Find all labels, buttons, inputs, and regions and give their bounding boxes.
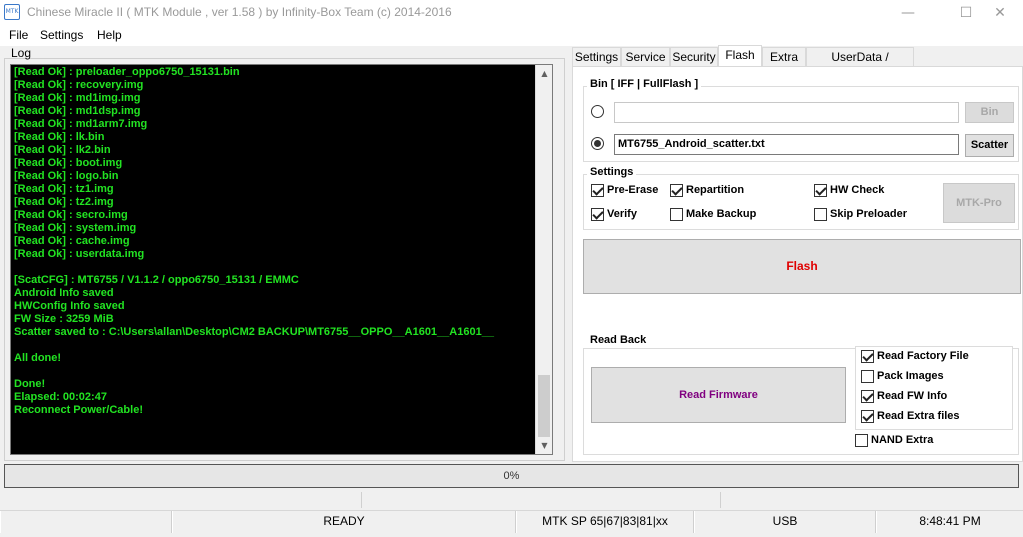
repartition-label: Repartition (686, 184, 745, 196)
menu-bar: File Settings Help (0, 26, 1023, 46)
log-line: [Read Ok] : cache.img (14, 235, 130, 247)
log-line: Elapsed: 00:02:47 (14, 391, 107, 403)
pack-images-checkbox[interactable] (861, 370, 874, 383)
skip-preloader-checkbox[interactable] (814, 208, 827, 221)
read-extra-files-label: Read Extra files (877, 410, 960, 422)
menu-settings[interactable]: Settings (40, 28, 83, 42)
settings-group-title: Settings (587, 166, 637, 178)
log-line: [Read Ok] : userdata.img (14, 248, 145, 260)
status-chipset: MTK SP 65|67|83|81|xx (516, 511, 694, 533)
log-line: [Read Ok] : recovery.img (14, 79, 144, 91)
log-line: Android Info saved (14, 287, 114, 299)
read-extra-files-checkbox[interactable] (861, 410, 874, 423)
log-line: [Read Ok] : md1arm7.img (14, 118, 148, 130)
read-firmware-button[interactable]: Read Firmware (591, 367, 846, 423)
flash-tab-panel: Bin [ IFF | FullFlash ] Bin MT6755_Andro… (572, 66, 1023, 462)
log-line: [ScatCFG] : MT6755 / V1.1.2 / oppo6750_1… (14, 274, 299, 286)
verify-checkbox[interactable] (591, 208, 604, 221)
flash-button[interactable]: Flash (583, 239, 1021, 294)
read-fw-info-label: Read FW Info (877, 390, 948, 402)
make-backup-checkbox[interactable] (670, 208, 683, 221)
scatter-button[interactable]: Scatter (965, 134, 1014, 157)
scatter-radio[interactable] (591, 137, 604, 150)
readback-group-title: Read Back (587, 334, 650, 346)
app-icon: MTK (4, 4, 20, 20)
bin-group-title: Bin [ IFF | FullFlash ] (587, 78, 702, 90)
skip-preloader-label: Skip Preloader (830, 208, 908, 220)
status-time: 8:48:41 PM (876, 511, 1023, 533)
scroll-down-icon[interactable]: ▼ (536, 437, 552, 454)
tab-settings[interactable]: Settings (572, 47, 621, 67)
bin-path-input[interactable] (614, 102, 959, 123)
log-line: [Read Ok] : logo.bin (14, 170, 119, 182)
scatter-path-input[interactable]: MT6755_Android_scatter.txt (614, 134, 959, 155)
log-label: Log (11, 46, 32, 60)
log-line: [Read Ok] : lk.bin (14, 131, 105, 143)
tab-security[interactable]: Security (670, 47, 718, 67)
log-line: [Read Ok] : md1img.img (14, 92, 141, 104)
close-icon[interactable]: ✕ (977, 0, 1023, 26)
log-line: [Read Ok] : system.img (14, 222, 137, 234)
tab-service[interactable]: Service (621, 47, 670, 67)
verify-label: Verify (607, 208, 637, 220)
scroll-up-icon[interactable]: ▲ (536, 65, 552, 82)
log-line: Done! (14, 378, 46, 390)
mtk-pro-button[interactable]: MTK-Pro (943, 183, 1015, 223)
progress-label: 0% (503, 470, 520, 482)
minimize-icon[interactable]: — (885, 0, 931, 26)
secondary-status-bar (0, 490, 1023, 510)
status-state: READY (172, 511, 516, 533)
status-bar: READY MTK SP 65|67|83|81|xx USB 8:48:41 … (0, 510, 1023, 537)
read-fw-info-checkbox[interactable] (861, 390, 874, 403)
title-bar: MTK Chinese Miracle II ( MTK Module , ve… (0, 0, 1023, 26)
bin-button[interactable]: Bin (965, 102, 1014, 123)
nand-extra-label: NAND Extra (871, 434, 934, 446)
hw-check-label: HW Check (830, 184, 885, 196)
read-factory-file-checkbox[interactable] (861, 350, 874, 363)
log-lines: [Read Ok] : preloader_oppo6750_15131.bin… (14, 66, 536, 417)
scroll-thumb[interactable] (538, 375, 550, 437)
log-line: [Read Ok] : tz2.img (14, 196, 114, 208)
pre-erase-checkbox[interactable] (591, 184, 604, 197)
log-line: [Read Ok] : lk2.bin (14, 144, 111, 156)
log-line: [Read Ok] : tz1.img (14, 183, 114, 195)
tab-flash[interactable]: Flash (718, 45, 762, 67)
make-backup-label: Make Backup (686, 208, 757, 220)
log-scrollbar[interactable]: ▲ ▼ (535, 65, 552, 454)
status-cell-empty (0, 511, 172, 533)
pack-images-label: Pack Images (877, 370, 944, 382)
log-line: HWConfig Info saved (14, 300, 125, 312)
window-title: Chinese Miracle II ( MTK Module , ver 1.… (27, 5, 452, 19)
log-line: Scatter saved to : C:\Users\allan\Deskto… (14, 326, 494, 338)
progress-bar: 0% (4, 464, 1019, 488)
nand-extra-checkbox[interactable] (855, 434, 868, 447)
menu-help[interactable]: Help (97, 28, 122, 42)
log-line: Reconnect Power/Cable! (14, 404, 143, 416)
bin-radio[interactable] (591, 105, 604, 118)
log-line: [Read Ok] : boot.img (14, 157, 123, 169)
read-factory-file-label: Read Factory File (877, 350, 969, 362)
status-divider (720, 492, 721, 508)
log-line: All done! (14, 352, 62, 364)
repartition-checkbox[interactable] (670, 184, 683, 197)
log-line: [Read Ok] : secro.img (14, 209, 128, 221)
tab-userdata-forensic[interactable]: UserData / Forensic (806, 47, 914, 83)
log-output[interactable]: [Read Ok] : preloader_oppo6750_15131.bin… (10, 64, 553, 455)
hw-check-checkbox[interactable] (814, 184, 827, 197)
status-divider (361, 492, 362, 508)
status-connection: USB (694, 511, 876, 533)
log-line: FW Size : 3259 MiB (14, 313, 114, 325)
pre-erase-label: Pre-Erase (607, 184, 659, 196)
log-line: [Read Ok] : md1dsp.img (14, 105, 141, 117)
menu-file[interactable]: File (9, 28, 28, 42)
tab-extra[interactable]: Extra (762, 47, 806, 67)
log-line: [Read Ok] : preloader_oppo6750_15131.bin (14, 66, 240, 78)
